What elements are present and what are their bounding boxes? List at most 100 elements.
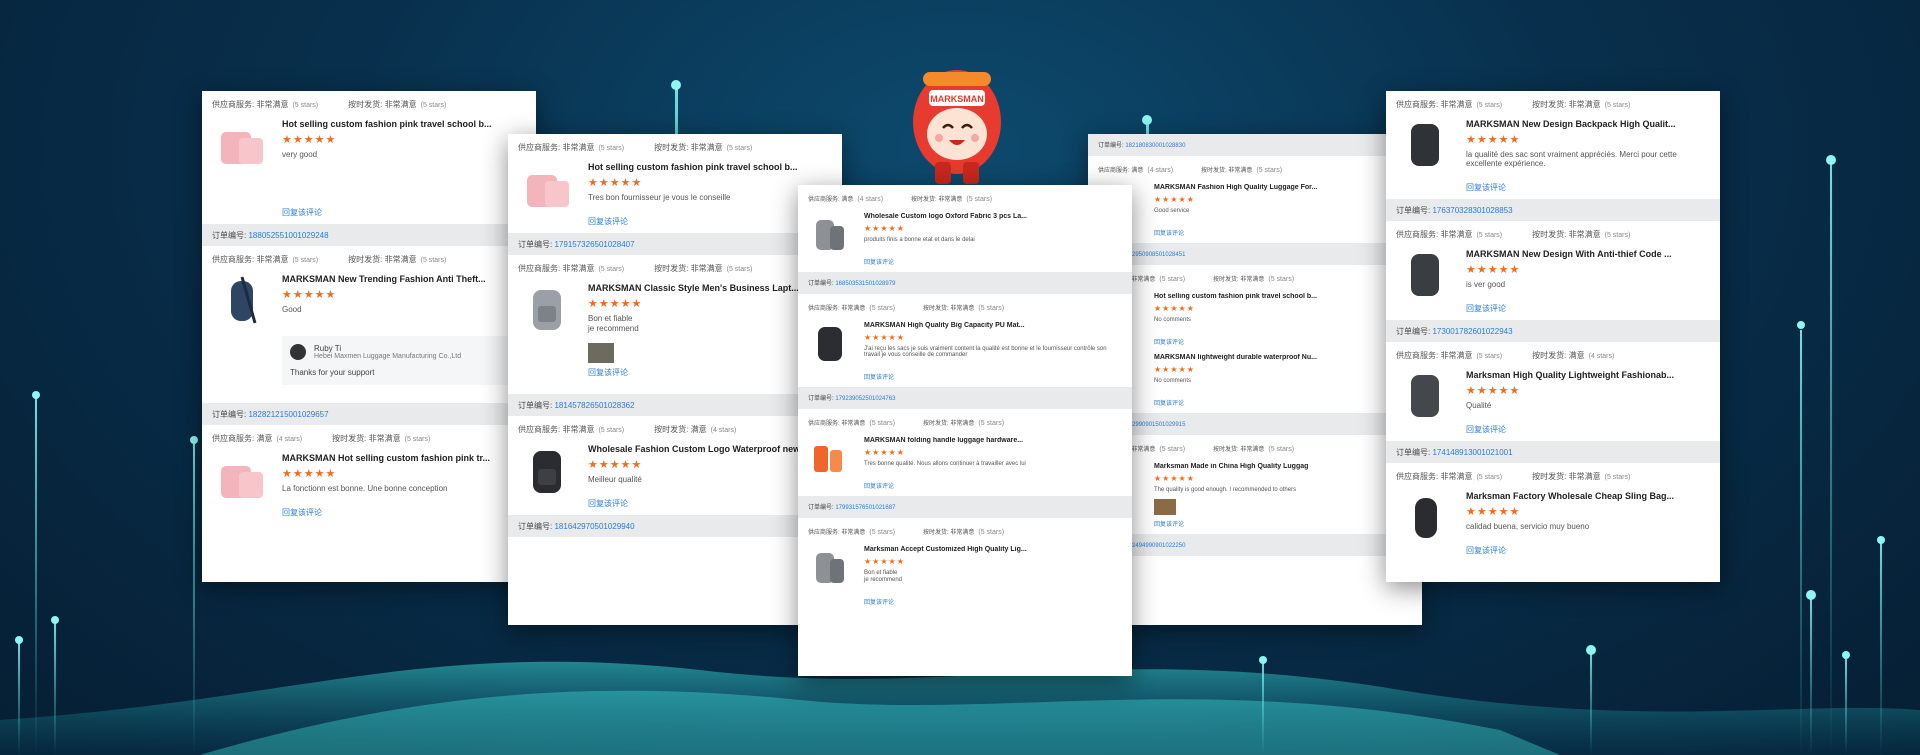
product-title[interactable]: Marksman Made in China High Quality Lugg…	[1154, 463, 1412, 470]
reply-link[interactable]: 回复该评论	[588, 498, 832, 509]
reply-link[interactable]: 回复该评论	[864, 597, 1122, 606]
review-item: Wholesale Fashion Custom Logo Waterproof…	[518, 444, 832, 509]
product-title[interactable]: MARKSMAN New Design Backpack High Qualit…	[1466, 119, 1710, 129]
reply-link[interactable]: 回复该评论	[282, 507, 526, 518]
sling-bag-icon[interactable]	[1396, 491, 1454, 543]
label-provider: 供应商服务:	[1098, 167, 1130, 174]
product-title[interactable]: Marksman Accept Customized High Quality …	[864, 546, 1122, 553]
stars-count: (5 stars)	[1159, 275, 1186, 283]
review-photo[interactable]	[588, 343, 614, 363]
product-title[interactable]: Hot selling custom fashion pink travel s…	[588, 162, 832, 172]
order-number[interactable]: 179931576501021687	[835, 505, 895, 511]
product-title[interactable]: MARKSMAN Hot selling custom fashion pink…	[282, 453, 526, 463]
stars-count: (5 stars)	[966, 195, 993, 203]
star-rating: ★★★★★	[1466, 134, 1521, 146]
pink-bag-icon[interactable]	[212, 453, 270, 505]
product-title[interactable]: Hot selling custom fashion pink travel s…	[1154, 293, 1412, 300]
reply-link[interactable]: 回复该评论	[864, 372, 1122, 381]
rating-value: 非常满意	[950, 420, 975, 427]
order-number[interactable]: 182180830001028830	[1125, 143, 1185, 149]
label-shipping: 按时发货:	[654, 263, 689, 273]
review-item: Marksman Made in China High Quality Lugg…	[1098, 463, 1412, 528]
order-number[interactable]: 168503531501028979	[835, 281, 895, 287]
pink-bag-icon[interactable]	[212, 119, 270, 171]
label-shipping: 按时发货:	[348, 254, 383, 264]
stars-count: (5 stars)	[1256, 166, 1283, 174]
order-number[interactable]: 174148913001021001	[1432, 448, 1512, 457]
order-number[interactable]: 176370328301028853	[1432, 206, 1512, 215]
review-text: Bon et fiable	[864, 570, 898, 576]
review-text: The quality is good enough. I recommende…	[1154, 487, 1297, 493]
reply-link[interactable]: 回复该评论	[588, 216, 832, 227]
backpack-icon[interactable]	[1396, 119, 1454, 171]
pink-bag-icon[interactable]	[518, 162, 576, 214]
product-title[interactable]: MARKSMAN Fashion High Quality Luggage Fo…	[1154, 184, 1412, 191]
order-number[interactable]: 179239052501024763	[835, 396, 895, 402]
product-title[interactable]: Hot selling custom fashion pink travel s…	[282, 119, 526, 129]
stars-count: (5 stars)	[978, 419, 1005, 427]
rating-value: 满意	[256, 433, 273, 443]
order-number[interactable]: 182821215001029657	[248, 410, 328, 419]
order-number[interactable]: 188052551001029248	[248, 231, 328, 240]
product-title[interactable]: Wholesale Custom logo Oxford Fabric 3 pc…	[864, 213, 1122, 220]
luggage-icon[interactable]	[808, 437, 852, 479]
rating-meta: 供应商服务: 非常满意 (5 stars) 按时发货: 满意 (4 stars)	[518, 422, 832, 436]
rating-value: 非常满意	[384, 254, 417, 264]
backpack-icon[interactable]	[518, 444, 576, 496]
product-title[interactable]: MARKSMAN High Quality Big Capacity PU Ma…	[864, 322, 1122, 329]
backpack-icon[interactable]	[518, 283, 576, 335]
seller-reply: Ruby Ti Hebei Maxmen Luggage Manufacturi…	[282, 336, 526, 385]
order-number[interactable]: 182494990901022250	[1125, 543, 1185, 549]
order-row: 订单编号: 179157326501028407	[508, 233, 842, 255]
reply-link[interactable]: 回复该评论	[1466, 424, 1710, 435]
product-title[interactable]: MARKSMAN New Trending Fashion Anti Theft…	[282, 274, 526, 284]
reply-link[interactable]: 回复该评论	[1154, 519, 1412, 528]
product-title[interactable]: Marksman Factory Wholesale Cheap Sling B…	[1466, 491, 1710, 501]
backpack-icon[interactable]	[808, 322, 852, 364]
label-shipping: 按时发货:	[923, 305, 949, 312]
reply-link[interactable]: 回复该评论	[864, 481, 1122, 490]
order-row: 订单编号: 174148913001021001	[1386, 441, 1720, 463]
product-title[interactable]: Marksman High Quality Lightweight Fashio…	[1466, 370, 1710, 380]
product-title[interactable]: MARKSMAN folding handle luggage hardware…	[864, 437, 1122, 444]
label-provider: 供应商服务:	[518, 424, 561, 434]
order-number[interactable]: 179157326501028407	[554, 240, 634, 249]
sling-bag-icon[interactable]	[212, 274, 270, 326]
product-title[interactable]: Wholesale Fashion Custom Logo Waterproof…	[588, 444, 832, 454]
reply-link[interactable]: 回复该评论	[588, 367, 832, 378]
order-row: 订单编号: 168503531501028979	[798, 272, 1132, 294]
reply-link[interactable]: 回复该评论	[1466, 182, 1710, 193]
backpack-icon[interactable]	[1396, 370, 1454, 422]
reply-link[interactable]: 回复该评论	[1154, 398, 1412, 407]
stars-count: (5 stars)	[420, 101, 447, 109]
rating-meta: 供应商服务: 非常满意(5 stars) 按时发货: 非常满意(5 stars)	[212, 252, 526, 266]
product-title[interactable]: MARKSMAN lightweight durable waterproof …	[1154, 354, 1412, 361]
reply-link[interactable]: 回复该评论	[282, 207, 526, 218]
order-number[interactable]: 182990901501029915	[1125, 422, 1185, 428]
backpack-icon[interactable]	[1396, 249, 1454, 301]
reply-link[interactable]: 回复该评论	[1154, 337, 1412, 346]
product-title[interactable]: MARKSMAN New Design With Anti-thief Code…	[1466, 249, 1710, 259]
order-number[interactable]: 173001782601022943	[1432, 327, 1512, 336]
backpack-icon[interactable]	[808, 546, 852, 588]
order-number[interactable]: 181457826501028362	[554, 401, 634, 410]
review-text: Good service	[1154, 208, 1190, 214]
rating-meta: 供应商服务: 非常满意 (5 stars) 按时发货: 满意 (4 stars)	[1396, 348, 1710, 362]
rating-meta: 供应商服务: 非常满意(5 stars) 按时发货: 非常满意(5 stars)	[808, 524, 1122, 538]
rating-meta: 供应商服务: 非常满意(5 stars) 按时发货: 非常满意(5 stars)	[1396, 97, 1710, 111]
label-shipping: 按时发货:	[911, 196, 937, 203]
reply-link[interactable]: 回复该评论	[864, 257, 1122, 266]
rating-meta: 供应商服务: 非常满意(5 stars) 按时发货: 非常满意(5 stars)	[808, 300, 1122, 314]
rating-value: 非常满意	[562, 142, 595, 152]
review-photo[interactable]	[1154, 499, 1176, 515]
product-title[interactable]: MARKSMAN Classic Style Men's Business La…	[588, 283, 832, 293]
order-row: 订单编号: 182990901501029915	[1088, 413, 1422, 435]
reply-link[interactable]: 回复该评论	[1466, 303, 1710, 314]
order-number[interactable]: 181642970501029940	[554, 522, 634, 531]
backpack-icon[interactable]	[808, 213, 852, 255]
rating-value: 非常满意	[562, 263, 595, 273]
reply-link[interactable]: 回复该评论	[1154, 228, 1412, 237]
stars-count: (5 stars)	[598, 426, 625, 434]
order-number[interactable]: 182950908501028451	[1125, 252, 1185, 258]
reply-link[interactable]: 回复该评论	[1466, 545, 1710, 556]
